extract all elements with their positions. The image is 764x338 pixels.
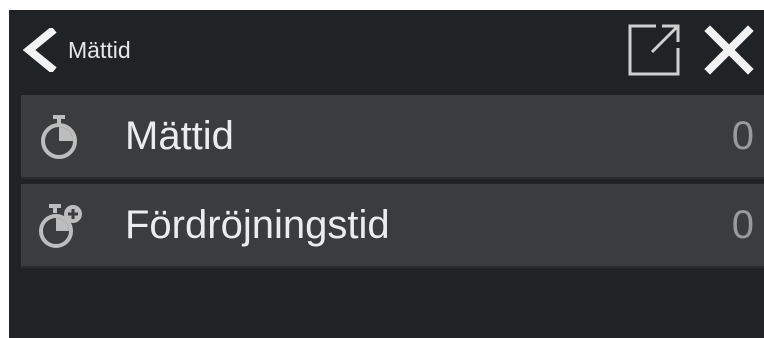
header-bar: Mättid — [9, 10, 764, 90]
row-label: Mättid — [125, 114, 234, 158]
page-title: Mättid — [68, 37, 131, 63]
row-value: 0 — [731, 114, 754, 158]
stopwatch-plus-icon — [39, 204, 82, 248]
chevron-left-icon — [22, 28, 57, 72]
list-item-mattid[interactable]: Mättid 0 — [21, 95, 764, 179]
row-label: Fördröjningstid — [125, 203, 390, 247]
back-button[interactable] — [21, 28, 65, 72]
open-external-icon — [628, 24, 680, 76]
popout-button[interactable] — [625, 21, 683, 79]
stopwatch-icon — [41, 115, 77, 159]
row-value: 0 — [731, 203, 754, 247]
close-button[interactable] — [699, 21, 759, 79]
list-item-fordrojningstid[interactable]: Fördröjningstid 0 — [21, 184, 764, 268]
settings-panel: Mättid Mättid 0 Fördröjningstid 0 — [9, 10, 764, 338]
close-icon — [704, 25, 754, 75]
